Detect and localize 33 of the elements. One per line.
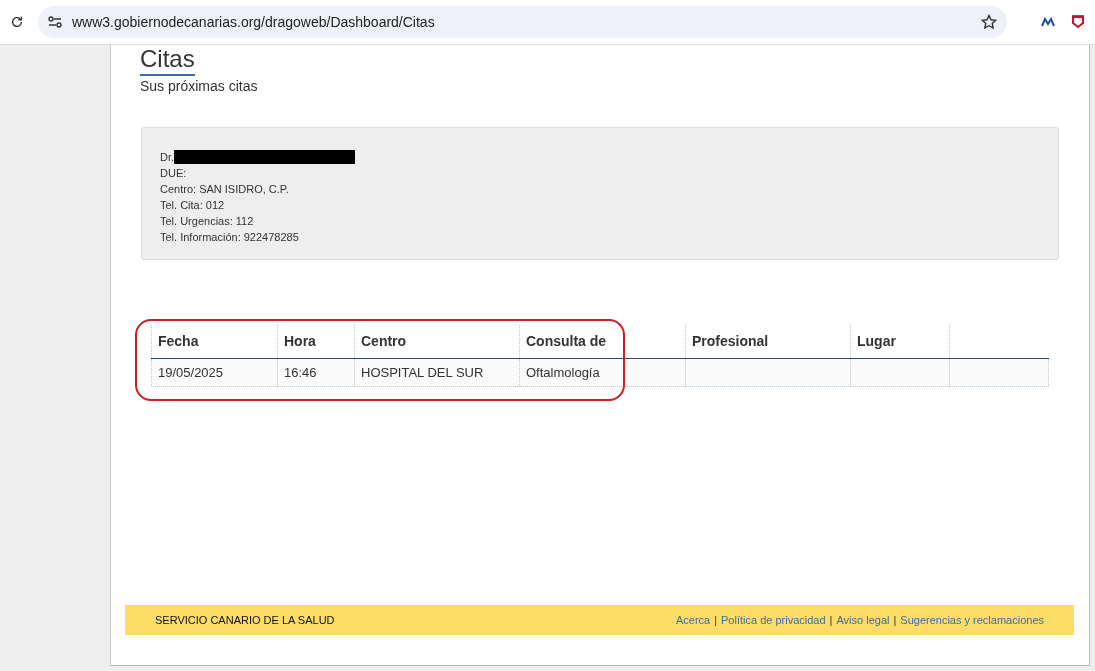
page-title: Citas [140,45,195,76]
page-subtitle: Sus próximas citas [140,78,259,94]
footer-organization: SERVICIO CANARIO DE LA SALUD [155,614,335,626]
extension-icon[interactable] [1041,17,1057,27]
reload-icon[interactable] [10,15,24,29]
column-header: Centro [354,325,520,359]
table-cell: Oftalmología [519,358,686,387]
column-header: Lugar [850,325,950,359]
column-header: Consulta de [519,325,686,359]
link-separator: | [893,614,897,626]
url-text: www3.gobiernodecanarias.org/dragoweb/Dashboard/Citas [72,14,436,30]
column-header: Hora [277,325,355,359]
table-cell: HOSPITAL DEL SUR [354,358,520,387]
footer-link[interactable]: Acerca [675,614,711,626]
footer-link[interactable]: Aviso legal [836,614,890,626]
link-separator: | [829,614,833,626]
table-cell: 16:46 [277,358,355,387]
info-text: Tel. Cita: 012 [160,199,225,212]
info-text: Tel. Información: 922478285 [160,231,299,244]
info-text: Centro: SAN ISIDRO, C.P. [160,183,289,196]
column-header: Profesional [685,325,851,359]
info-text: Dr. [160,150,175,164]
site-settings-icon [48,16,62,28]
footer-link[interactable]: Sugerencias y reclamaciones [900,614,1044,626]
footer-link[interactable]: Política de privacidad [721,614,826,626]
info-text: DUE: [160,167,187,180]
address-bar[interactable]: www3.gobiernodecanarias.org/dragoweb/Dashboard/Citas [38,6,1007,38]
link-separator: | [714,614,718,626]
bookmark-star-icon[interactable] [981,14,997,30]
shield-extension-icon[interactable] [1071,15,1085,29]
info-text: Tel. Urgencias: 112 [160,215,254,228]
column-header: Fecha [151,325,278,359]
table-cell: 19/05/2025 [151,358,278,387]
